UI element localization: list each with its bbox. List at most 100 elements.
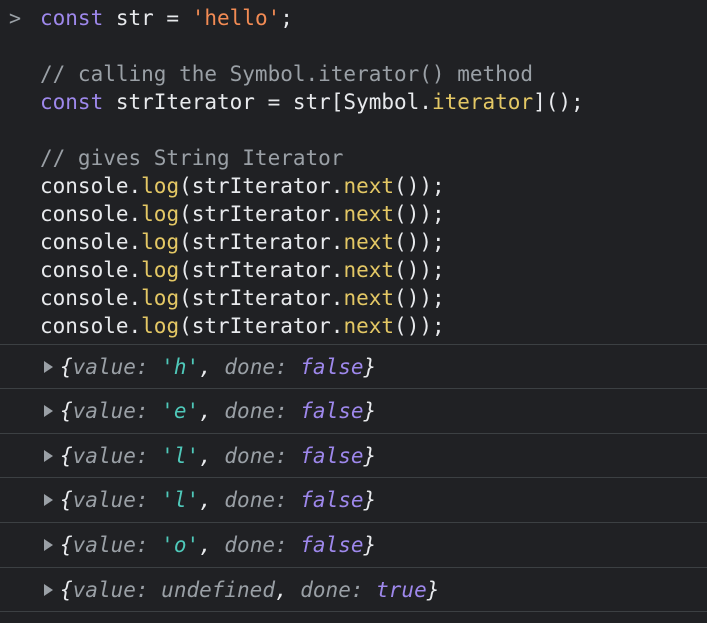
log-line: console.log(strIterator.next()); [40, 284, 445, 312]
console-input-block[interactable]: > const str = 'hello'; // calling the Sy… [0, 0, 707, 344]
object-key: value [72, 444, 136, 468]
object-key: value [72, 578, 136, 602]
method-name: next [343, 286, 395, 310]
colon: : [135, 578, 162, 602]
object-key: done [224, 533, 275, 557]
expand-triangle-icon[interactable] [44, 361, 53, 373]
colon: : [274, 444, 301, 468]
code-text: strIterator = str[Symbol. [103, 90, 432, 114]
log-line: console.log(strIterator.next()); [40, 172, 445, 200]
code-line-3: const strIterator = str[Symbol.iterator]… [40, 88, 584, 116]
log-line: console.log(strIterator.next()); [40, 312, 445, 340]
code-text: ()); [394, 286, 445, 310]
output-object: {value: 'h', done: false} [60, 353, 376, 381]
console-output-row[interactable]: {value: 'e', done: false} [0, 388, 707, 432]
code-text: console. [40, 258, 142, 282]
method-name: next [343, 174, 395, 198]
object-value: undefined [161, 578, 275, 602]
object-key: value [72, 488, 136, 512]
object-value: 'o' [161, 533, 200, 557]
code-text: (strIterator. [179, 258, 344, 282]
devtools-console: > const str = 'hello'; // calling the Sy… [0, 0, 707, 623]
object-key: done [300, 578, 351, 602]
code-text: ()); [394, 258, 445, 282]
method-name: next [343, 230, 395, 254]
method-name: log [141, 202, 180, 226]
object-key: done [224, 488, 275, 512]
object-key: value [72, 355, 136, 379]
keyword: const [40, 90, 104, 114]
code-text: ; [280, 6, 293, 30]
object-value: true [376, 578, 427, 602]
brace: } [363, 488, 377, 512]
code-text: console. [40, 230, 142, 254]
code-text: console. [40, 174, 142, 198]
console-output-row[interactable]: {value: 'l', done: false} [0, 477, 707, 521]
brace: } [363, 355, 377, 379]
brace: { [60, 444, 73, 468]
code-text: ()); [394, 230, 445, 254]
code-text: console. [40, 286, 142, 310]
object-value: false [300, 399, 364, 423]
log-line: console.log(strIterator.next()); [40, 228, 445, 256]
brace: } [363, 533, 377, 557]
expand-triangle-icon[interactable] [44, 539, 53, 551]
colon: : [135, 444, 162, 468]
console-output-row[interactable]: {value: 'l', done: false} [0, 433, 707, 477]
brace: } [426, 578, 440, 602]
code-comment-1: // calling the Symbol.iterator() method [40, 62, 534, 86]
code-text: ()); [394, 174, 445, 198]
output-object: {value: 'o', done: false} [60, 531, 376, 559]
code-text: (strIterator. [179, 202, 344, 226]
object-value: 'l' [161, 444, 200, 468]
console-output-row[interactable]: {value: 'h', done: false} [0, 344, 707, 388]
output-object: {value: undefined, done: true} [60, 576, 439, 604]
property-name: iterator [431, 90, 534, 114]
object-key: value [72, 399, 136, 423]
code-text: (strIterator. [179, 174, 344, 198]
object-key: done [224, 355, 275, 379]
colon: : [274, 399, 301, 423]
method-name: log [141, 258, 180, 282]
console-output-row[interactable]: {value: 'o', done: false} [0, 522, 707, 566]
brace: { [60, 488, 73, 512]
colon: : [274, 355, 301, 379]
method-name: log [141, 286, 180, 310]
code-text: (strIterator. [179, 230, 344, 254]
code-text: ()); [394, 202, 445, 226]
code-text: str = [103, 6, 192, 30]
colon: : [135, 355, 162, 379]
keyword: const [40, 6, 104, 30]
colon: : [135, 399, 162, 423]
log-line: console.log(strIterator.next()); [40, 200, 445, 228]
separator: , [199, 533, 225, 557]
method-name: log [141, 174, 180, 198]
brace: { [60, 399, 73, 423]
object-value: 'l' [161, 488, 200, 512]
expand-triangle-icon[interactable] [44, 584, 53, 596]
object-value: 'h' [161, 355, 200, 379]
code-comment-2: // gives String Iterator [40, 146, 344, 170]
code-text: ](); [533, 90, 584, 114]
code-text: (strIterator. [179, 314, 344, 338]
expand-triangle-icon[interactable] [44, 405, 53, 417]
brace: { [60, 578, 73, 602]
output-object: {value: 'e', done: false} [60, 397, 376, 425]
separator: , [199, 444, 225, 468]
colon: : [274, 533, 301, 557]
object-value: 'e' [161, 399, 200, 423]
colon: : [135, 488, 162, 512]
expand-triangle-icon[interactable] [44, 494, 53, 506]
object-key: done [224, 444, 275, 468]
separator: , [199, 399, 225, 423]
code-text: (strIterator. [179, 286, 344, 310]
string-literal: 'hello' [191, 6, 281, 30]
console-output-row[interactable]: {value: undefined, done: true} [0, 567, 707, 612]
colon: : [274, 488, 301, 512]
method-name: log [141, 314, 180, 338]
expand-triangle-icon[interactable] [44, 450, 53, 462]
object-value: false [300, 355, 364, 379]
prompt-chevron-icon: > [9, 6, 22, 30]
object-value: false [300, 444, 364, 468]
code-line-1: const str = 'hello'; [40, 4, 293, 32]
